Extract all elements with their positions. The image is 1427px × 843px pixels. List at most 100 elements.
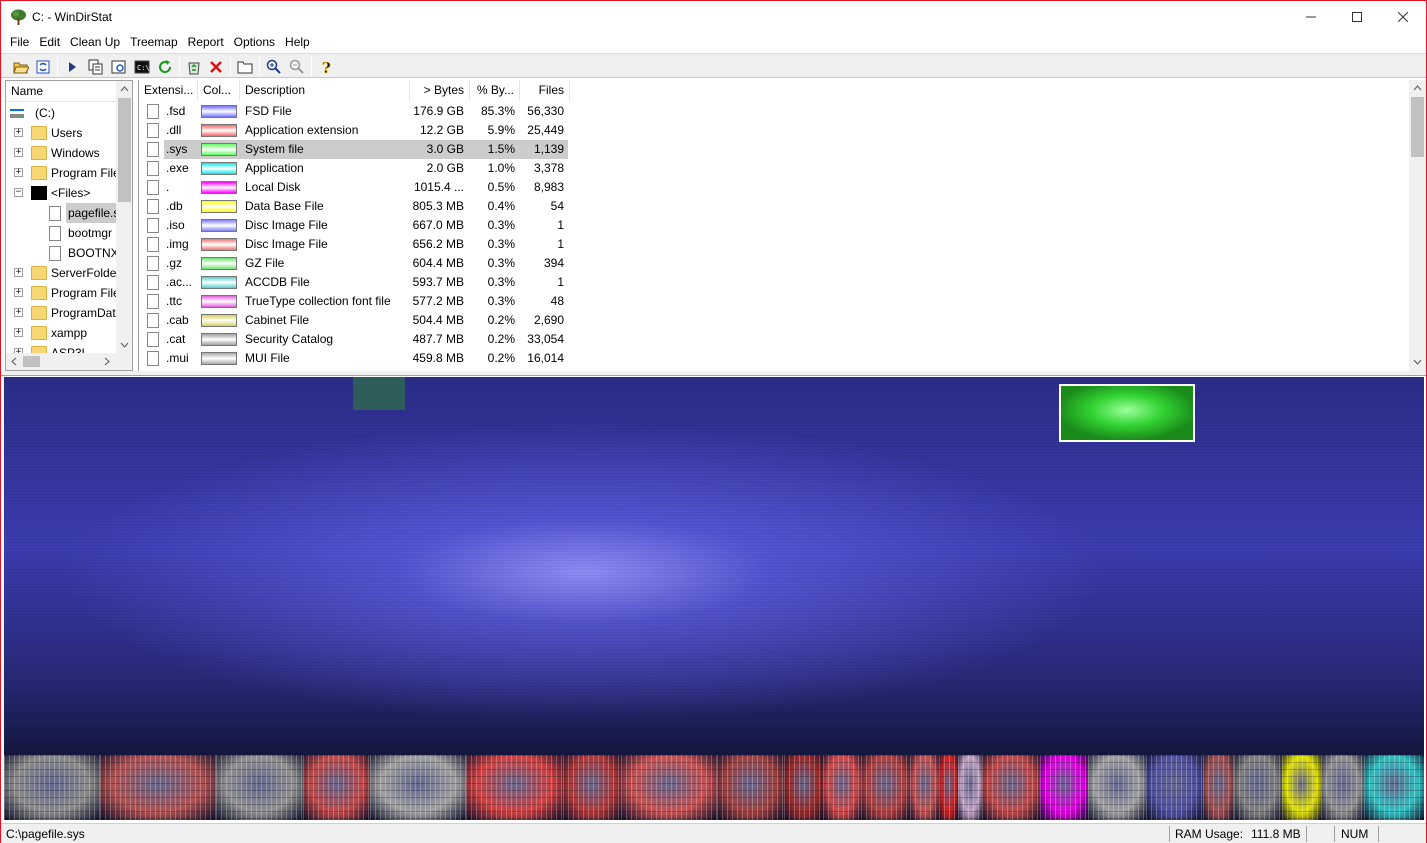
- treemap-cell[interactable]: [938, 755, 958, 820]
- treemap-cell[interactable]: [466, 755, 563, 820]
- explorer-button[interactable]: [109, 57, 129, 76]
- treemap-cell[interactable]: [562, 755, 621, 820]
- expand-icon[interactable]: +: [14, 288, 23, 297]
- expand-icon[interactable]: +: [14, 128, 23, 137]
- collapse-icon[interactable]: −: [14, 188, 23, 197]
- copy-path-button[interactable]: [86, 57, 106, 76]
- tree-node-asp3l[interactable]: + ASP3L: [6, 343, 116, 353]
- extension-row[interactable]: .img Disc Image File 656.2 MB 0.3% 1: [139, 235, 571, 254]
- tree-node-bootmgr[interactable]: bootmgr: [6, 223, 116, 243]
- expand-icon[interactable]: +: [14, 328, 23, 337]
- tree-node-drive-c[interactable]: (C:): [6, 103, 116, 123]
- treemap-cell[interactable]: [1282, 755, 1321, 820]
- zoom-out-button[interactable]: [287, 57, 307, 76]
- treemap-cell[interactable]: [100, 755, 216, 820]
- treemap-cell[interactable]: [1203, 755, 1235, 820]
- tree-vertical-scrollbar[interactable]: [116, 81, 132, 353]
- extension-row[interactable]: .fsd FSD File 176.9 GB 85.3% 56,330: [139, 102, 571, 121]
- close-button[interactable]: [1380, 1, 1426, 32]
- maximize-button[interactable]: [1334, 1, 1380, 32]
- tree-node-bootnxt[interactable]: BOOTNX: [6, 243, 119, 263]
- treemap-cell[interactable]: [1234, 755, 1283, 820]
- extension-row[interactable]: .ttc TrueType collection font file 577.2 M…: [139, 292, 571, 311]
- tree-node-program-files-x86[interactable]: + Program File: [6, 283, 120, 303]
- extension-row[interactable]: .sys System file 3.0 GB 1.5% 1,139: [147, 140, 568, 159]
- scroll-thumb[interactable]: [1411, 97, 1424, 157]
- chevron-up-icon[interactable]: [1413, 85, 1422, 91]
- treemap-cell[interactable]: [822, 755, 862, 820]
- tree-node-serverfolder[interactable]: + ServerFolder: [6, 263, 120, 283]
- scroll-thumb[interactable]: [23, 356, 40, 367]
- column-files[interactable]: Files: [520, 80, 570, 101]
- treemap-cell[interactable]: [370, 755, 467, 820]
- delete-button[interactable]: [206, 57, 226, 76]
- tree-horizontal-scrollbar[interactable]: [6, 353, 132, 370]
- extension-row[interactable]: .dll Application extension 12.2 GB 5.9% 25,4…: [139, 121, 571, 140]
- menu-help[interactable]: Help: [280, 32, 315, 53]
- treemap-selected-block[interactable]: [1059, 384, 1195, 442]
- extension-row[interactable]: .exe Application 2.0 GB 1.0% 3,378: [139, 159, 571, 178]
- refresh-selected-button[interactable]: [155, 57, 175, 76]
- menu-clean-up[interactable]: Clean Up: [65, 32, 125, 53]
- column-extension[interactable]: Extensi...: [139, 80, 198, 101]
- recycle-bin-button[interactable]: [184, 57, 204, 76]
- extension-row[interactable]: .iso Disc Image File 667.0 MB 0.3% 1: [139, 216, 571, 235]
- chevron-down-icon[interactable]: [1413, 359, 1422, 365]
- zoom-in-button[interactable]: [264, 57, 284, 76]
- tree-node-xampp[interactable]: + xampp: [6, 323, 116, 343]
- extension-row[interactable]: .cab Cabinet File 504.4 MB 0.2% 2,690: [139, 311, 571, 330]
- treemap-cell[interactable]: [981, 755, 1040, 820]
- extension-row[interactable]: .gz GZ File 604.4 MB 0.3% 394: [139, 254, 571, 273]
- treemap-view[interactable]: [4, 377, 1424, 820]
- expand-icon[interactable]: +: [14, 268, 23, 277]
- extension-row[interactable]: .ac... ACCDB File 593.7 MB 0.3% 1: [139, 273, 571, 292]
- treemap-cell[interactable]: [909, 755, 939, 820]
- column-bytes[interactable]: > Bytes: [410, 80, 470, 101]
- chevron-up-icon[interactable]: [120, 86, 129, 92]
- help-button[interactable]: ?: [316, 57, 336, 76]
- chevron-right-icon[interactable]: [104, 357, 110, 366]
- treemap-cell[interactable]: [957, 755, 982, 820]
- chevron-down-icon[interactable]: [120, 342, 129, 348]
- column-color[interactable]: Col...: [198, 80, 240, 101]
- open-button[interactable]: [11, 57, 31, 76]
- expand-icon[interactable]: +: [14, 308, 23, 317]
- menu-edit[interactable]: Edit: [34, 32, 65, 53]
- treemap-bottom-strip[interactable]: [4, 755, 1424, 820]
- expand-icon[interactable]: +: [14, 168, 23, 177]
- tree-column-header[interactable]: Name: [6, 81, 116, 102]
- expand-icon[interactable]: +: [14, 148, 23, 157]
- extension-vertical-scrollbar[interactable]: [1409, 80, 1426, 371]
- treemap-cell[interactable]: [215, 755, 303, 820]
- extension-row[interactable]: .mui MUI File 459.8 MB 0.2% 16,014: [139, 349, 571, 368]
- tree-node-files[interactable]: − <Files>: [6, 183, 116, 203]
- treemap-cell[interactable]: [1087, 755, 1146, 820]
- treemap-cell[interactable]: [784, 755, 823, 820]
- scroll-thumb[interactable]: [118, 98, 131, 202]
- treemap-cell[interactable]: [1145, 755, 1204, 820]
- extension-row[interactable]: .cat Security Catalog 487.7 MB 0.2% 33,054: [139, 330, 571, 349]
- treemap-small-block[interactable]: [353, 377, 405, 410]
- menu-file[interactable]: File: [5, 32, 34, 53]
- menu-options[interactable]: Options: [229, 32, 280, 53]
- column-percent-bytes[interactable]: % By...: [470, 80, 520, 101]
- extension-row[interactable]: . Local Disk 1015.4 ... 0.5% 8,983: [139, 178, 571, 197]
- treemap-large-block[interactable]: [4, 377, 1424, 755]
- menu-report[interactable]: Report: [183, 32, 229, 53]
- properties-button[interactable]: [235, 57, 255, 76]
- treemap-cell[interactable]: [4, 755, 101, 820]
- treemap-cell[interactable]: [1039, 755, 1088, 820]
- tree-node-users[interactable]: + Users: [6, 123, 116, 143]
- minimize-button[interactable]: [1288, 1, 1334, 32]
- treemap-cell[interactable]: [302, 755, 371, 820]
- treemap-cell[interactable]: [716, 755, 785, 820]
- treemap-cell[interactable]: [861, 755, 910, 820]
- play-button[interactable]: [62, 57, 82, 76]
- treemap-cell[interactable]: [1364, 755, 1424, 820]
- column-description[interactable]: Description: [240, 80, 410, 101]
- tree-node-pagefile[interactable]: pagefile.s: [6, 203, 122, 223]
- extension-row[interactable]: .db Data Base File 805.3 MB 0.4% 54: [139, 197, 571, 216]
- chevron-left-icon[interactable]: [11, 357, 17, 366]
- pane-splitter[interactable]: [1, 371, 1426, 376]
- menu-treemap[interactable]: Treemap: [125, 32, 183, 53]
